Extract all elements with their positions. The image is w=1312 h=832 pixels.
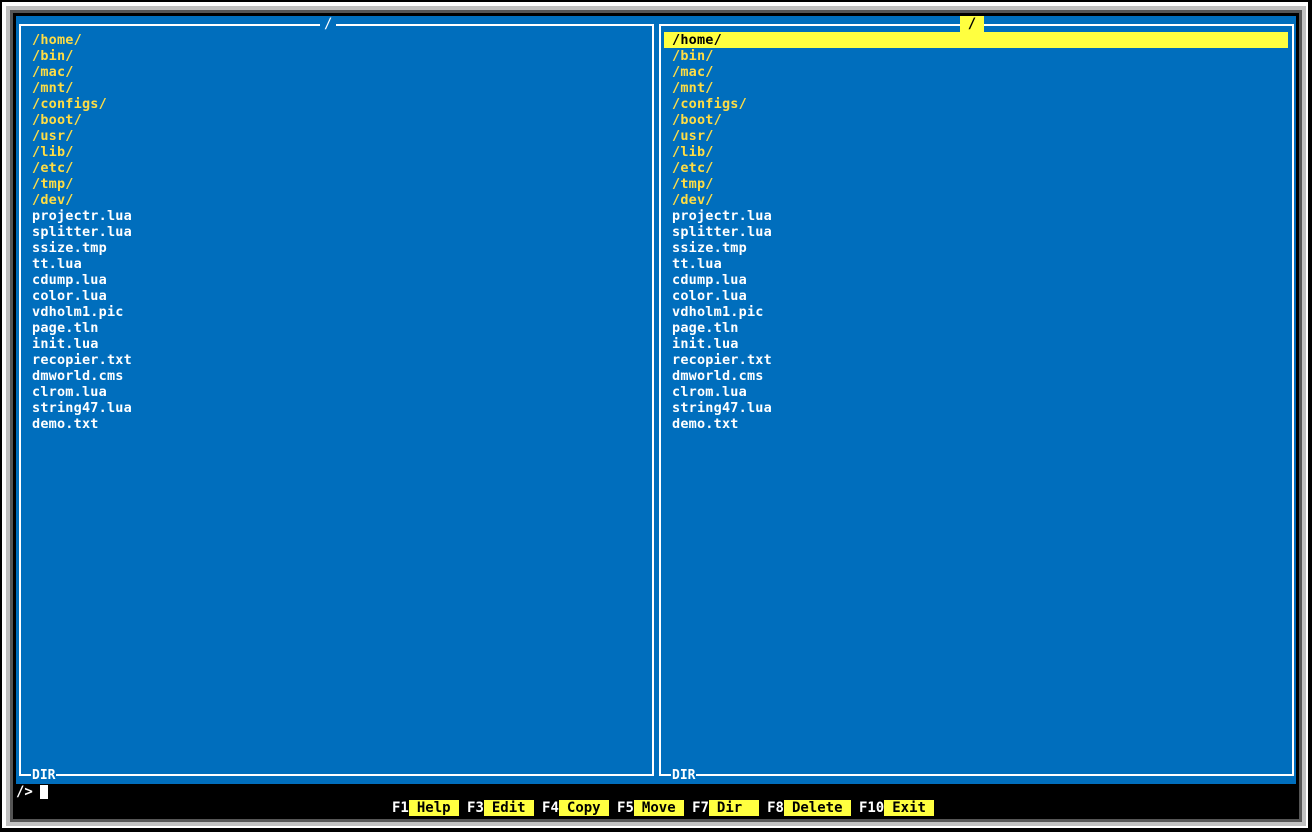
file-entry[interactable]: projectr.lua — [664, 208, 1288, 224]
directory-entry[interactable]: /bin/ — [664, 48, 1288, 64]
function-key-f4[interactable]: F4 Copy — [542, 800, 617, 816]
function-key-f10[interactable]: F10 Exit — [859, 800, 942, 816]
file-entry[interactable]: splitter.lua — [664, 224, 1288, 240]
directory-entry[interactable]: /etc/ — [664, 160, 1288, 176]
file-entry[interactable]: vdholm1.pic — [664, 304, 1288, 320]
file-entry[interactable]: vdholm1.pic — [32, 304, 132, 320]
file-entry[interactable]: cdump.lua — [664, 272, 1288, 288]
directory-entry[interactable]: /mnt/ — [664, 80, 1288, 96]
file-entry[interactable]: ssize.tmp — [32, 240, 132, 256]
file-entry[interactable]: tt.lua — [664, 256, 1288, 272]
function-key-number: F7 — [692, 800, 709, 816]
function-key-f5[interactable]: F5 Move — [617, 800, 692, 816]
file-entry[interactable]: demo.txt — [32, 416, 132, 432]
directory-entry[interactable]: /boot/ — [32, 112, 132, 128]
directory-entry[interactable]: /tmp/ — [664, 176, 1288, 192]
file-entry[interactable]: demo.txt — [664, 416, 1288, 432]
file-entry[interactable]: color.lua — [32, 288, 132, 304]
directory-entry[interactable]: /configs/ — [664, 96, 1288, 112]
file-entry[interactable]: page.tln — [664, 320, 1288, 336]
function-key-label: Exit — [884, 800, 935, 816]
file-entry[interactable]: color.lua — [664, 288, 1288, 304]
directory-entry[interactable]: /usr/ — [32, 128, 132, 144]
directory-entry[interactable]: /etc/ — [32, 160, 132, 176]
file-entry[interactable]: dmworld.cms — [32, 368, 132, 384]
file-entry[interactable]: clrom.lua — [664, 384, 1288, 400]
command-prompt: /> — [16, 784, 33, 800]
function-key-number: F3 — [467, 800, 484, 816]
function-key-label: Delete — [783, 800, 851, 816]
file-entry[interactable]: string47.lua — [664, 400, 1288, 416]
function-key-number: F8 — [767, 800, 784, 816]
directory-entry[interactable]: /mac/ — [32, 64, 132, 80]
text-cursor — [40, 785, 48, 799]
file-entry[interactable]: init.lua — [32, 336, 132, 352]
directory-entry[interactable]: /bin/ — [32, 48, 132, 64]
directory-entry[interactable]: /dev/ — [664, 192, 1288, 208]
file-entry[interactable]: projectr.lua — [32, 208, 132, 224]
directory-entry[interactable]: /home/ — [32, 32, 132, 48]
directory-entry[interactable]: /lib/ — [664, 144, 1288, 160]
file-entry[interactable]: splitter.lua — [32, 224, 132, 240]
function-key-label: Help — [408, 800, 460, 816]
function-key-f7[interactable]: F7 Dir — [692, 800, 767, 816]
command-line[interactable]: /> — [16, 784, 1296, 800]
file-entry[interactable]: ssize.tmp — [664, 240, 1288, 256]
function-key-label: Edit — [483, 800, 535, 816]
file-entry[interactable]: init.lua — [664, 336, 1288, 352]
file-entry[interactable]: tt.lua — [32, 256, 132, 272]
directory-entry[interactable]: /tmp/ — [32, 176, 132, 192]
file-entry[interactable]: string47.lua — [32, 400, 132, 416]
directory-entry[interactable]: /boot/ — [664, 112, 1288, 128]
function-key-number: F4 — [542, 800, 559, 816]
function-key-number: F1 — [392, 800, 409, 816]
directory-entry[interactable]: /usr/ — [664, 128, 1288, 144]
right-panel-path-title: / — [960, 16, 984, 32]
file-entry[interactable]: page.tln — [32, 320, 132, 336]
function-key-label: Move — [633, 800, 685, 816]
right-file-list[interactable]: /home//bin//mac//mnt//configs//boot//usr… — [664, 32, 1288, 432]
directory-entry[interactable]: /home/ — [664, 32, 1288, 48]
file-entry[interactable]: clrom.lua — [32, 384, 132, 400]
right-panel-mode-label: DIR — [671, 768, 697, 784]
directory-entry[interactable]: /dev/ — [32, 192, 132, 208]
directory-entry[interactable]: /mnt/ — [32, 80, 132, 96]
function-key-number: F5 — [617, 800, 634, 816]
function-key-label: Dir — [708, 800, 760, 816]
left-file-list[interactable]: /home//bin//mac//mnt//configs//boot//usr… — [32, 32, 132, 432]
terminal-screen: / / /home//bin//mac//mnt//configs//boot/… — [0, 0, 1312, 832]
file-entry[interactable]: dmworld.cms — [664, 368, 1288, 384]
function-key-number: F10 — [858, 800, 885, 816]
directory-entry[interactable]: /configs/ — [32, 96, 132, 112]
function-key-f3[interactable]: F3 Edit — [467, 800, 542, 816]
function-key-f1[interactable]: F1 Help — [392, 800, 467, 816]
function-key-f8[interactable]: F8 Delete — [767, 800, 859, 816]
file-entry[interactable]: recopier.txt — [664, 352, 1288, 368]
left-panel-mode-label: DIR — [31, 768, 57, 784]
left-panel-path-title: / — [320, 16, 337, 32]
directory-entry[interactable]: /lib/ — [32, 144, 132, 160]
function-key-label: Copy — [558, 800, 610, 816]
file-entry[interactable]: cdump.lua — [32, 272, 132, 288]
function-key-bar: F1 Help F3 Edit F4 Copy F5 Move F7 Dir F8 Dele… — [392, 800, 942, 816]
file-entry[interactable]: recopier.txt — [32, 352, 132, 368]
directory-entry[interactable]: /mac/ — [664, 64, 1288, 80]
